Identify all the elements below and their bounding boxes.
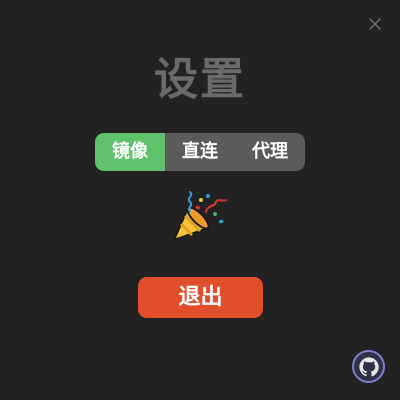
close-icon	[369, 18, 381, 30]
close-button[interactable]	[368, 17, 382, 31]
source-option-direct[interactable]: 直连	[165, 133, 235, 171]
github-button[interactable]	[352, 350, 385, 383]
dialog-title: 设置	[154, 54, 246, 105]
github-icon	[358, 356, 379, 376]
source-option-mirror[interactable]: 镜像	[95, 133, 165, 171]
source-selector: 镜像 直连 代理	[95, 133, 305, 171]
source-option-proxy[interactable]: 代理	[235, 133, 305, 171]
party-popper-icon	[170, 188, 230, 248]
exit-button[interactable]: 退出	[138, 277, 263, 318]
